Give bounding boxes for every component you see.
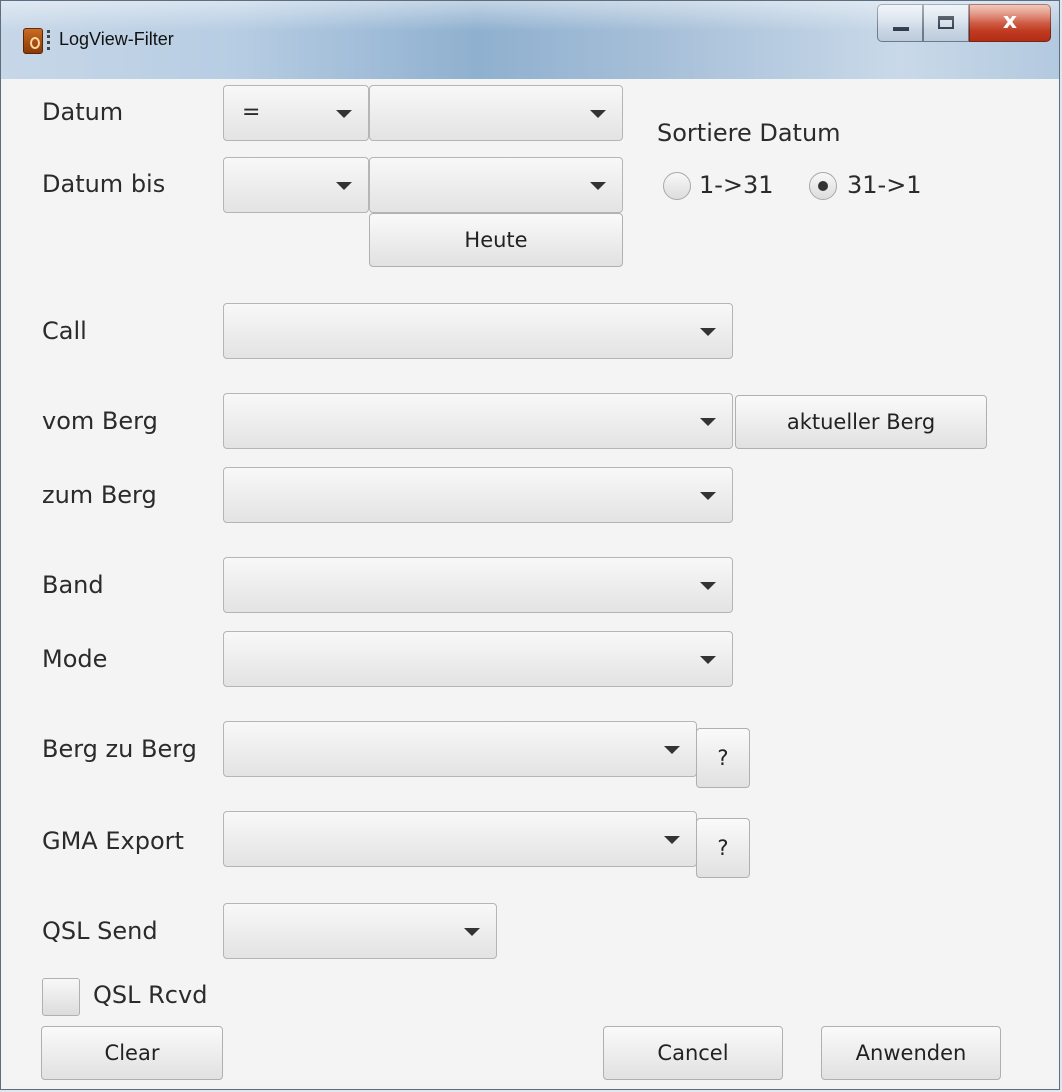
mode-label: Mode	[42, 645, 108, 673]
mode-combo[interactable]	[223, 631, 733, 687]
qsl-rcvd-label: QSL Rcvd	[93, 981, 208, 1009]
vom-berg-combo[interactable]	[223, 393, 733, 449]
call-label: Call	[42, 317, 87, 345]
gma-export-help-button[interactable]: ?	[696, 818, 750, 878]
berg-zu-berg-label: Berg zu Berg	[42, 735, 197, 763]
berg-zu-berg-help-button[interactable]: ?	[696, 728, 750, 788]
datum-bis-value-combo[interactable]	[369, 157, 623, 213]
qsl-send-combo[interactable]	[223, 903, 497, 959]
chevron-down-icon	[700, 582, 716, 590]
sort-radio-31-1[interactable]	[809, 172, 837, 200]
chevron-down-icon	[590, 182, 606, 190]
qsl-send-label: QSL Send	[42, 917, 158, 945]
title-bar[interactable]: LogView-Filter x	[1, 1, 1059, 79]
chevron-down-icon	[464, 928, 480, 936]
cancel-button[interactable]: Cancel	[603, 1026, 783, 1080]
chevron-down-icon	[700, 418, 716, 426]
qsl-rcvd-checkbox[interactable]	[42, 978, 80, 1016]
chevron-down-icon	[664, 746, 680, 754]
minimize-button[interactable]	[877, 4, 923, 42]
chevron-down-icon	[336, 110, 352, 118]
close-button[interactable]: x	[969, 4, 1051, 42]
window-title: LogView-Filter	[59, 29, 174, 49]
gma-export-combo[interactable]	[223, 811, 697, 867]
chevron-down-icon	[336, 182, 352, 190]
datum-operator-value: =	[242, 100, 261, 125]
chevron-down-icon	[700, 492, 716, 500]
vom-berg-label: vom Berg	[42, 407, 158, 435]
app-icon	[23, 28, 43, 54]
close-icon: x	[1002, 9, 1018, 34]
window-controls: x	[877, 4, 1051, 44]
berg-zu-berg-combo[interactable]	[223, 721, 697, 777]
aktueller-berg-button[interactable]: aktueller Berg	[735, 395, 987, 449]
call-combo[interactable]	[223, 303, 733, 359]
sort-option-1-31-label: 1->31	[699, 171, 774, 199]
gma-export-label: GMA Export	[42, 827, 184, 855]
chevron-down-icon	[700, 656, 716, 664]
sort-radio-1-31[interactable]	[663, 172, 691, 200]
datum-bis-operator-combo[interactable]	[223, 157, 369, 213]
minimize-icon	[893, 27, 909, 31]
datum-operator-combo[interactable]: =	[223, 85, 369, 141]
anwenden-button[interactable]: Anwenden	[821, 1026, 1001, 1080]
sort-label: Sortiere Datum	[657, 119, 841, 147]
filter-form: Datum = Sortiere Datum 1->31 31->1 Datum…	[7, 79, 1055, 1083]
zum-berg-combo[interactable]	[223, 467, 733, 523]
chevron-down-icon	[700, 328, 716, 336]
app-menu-dots-icon	[47, 30, 53, 50]
heute-button[interactable]: Heute	[369, 213, 623, 267]
maximize-button[interactable]	[923, 4, 969, 42]
clear-button[interactable]: Clear	[41, 1026, 223, 1080]
logview-filter-window: LogView-Filter x Datum = Sortiere Datum	[0, 0, 1060, 1090]
maximize-icon	[938, 16, 954, 29]
sort-option-31-1-label: 31->1	[847, 171, 922, 199]
datum-value-combo[interactable]	[369, 85, 623, 141]
chevron-down-icon	[664, 836, 680, 844]
zum-berg-label: zum Berg	[42, 481, 157, 509]
band-label: Band	[42, 571, 104, 599]
chevron-down-icon	[590, 110, 606, 118]
band-combo[interactable]	[223, 557, 733, 613]
datum-bis-label: Datum bis	[42, 170, 166, 198]
datum-label: Datum	[42, 98, 124, 126]
